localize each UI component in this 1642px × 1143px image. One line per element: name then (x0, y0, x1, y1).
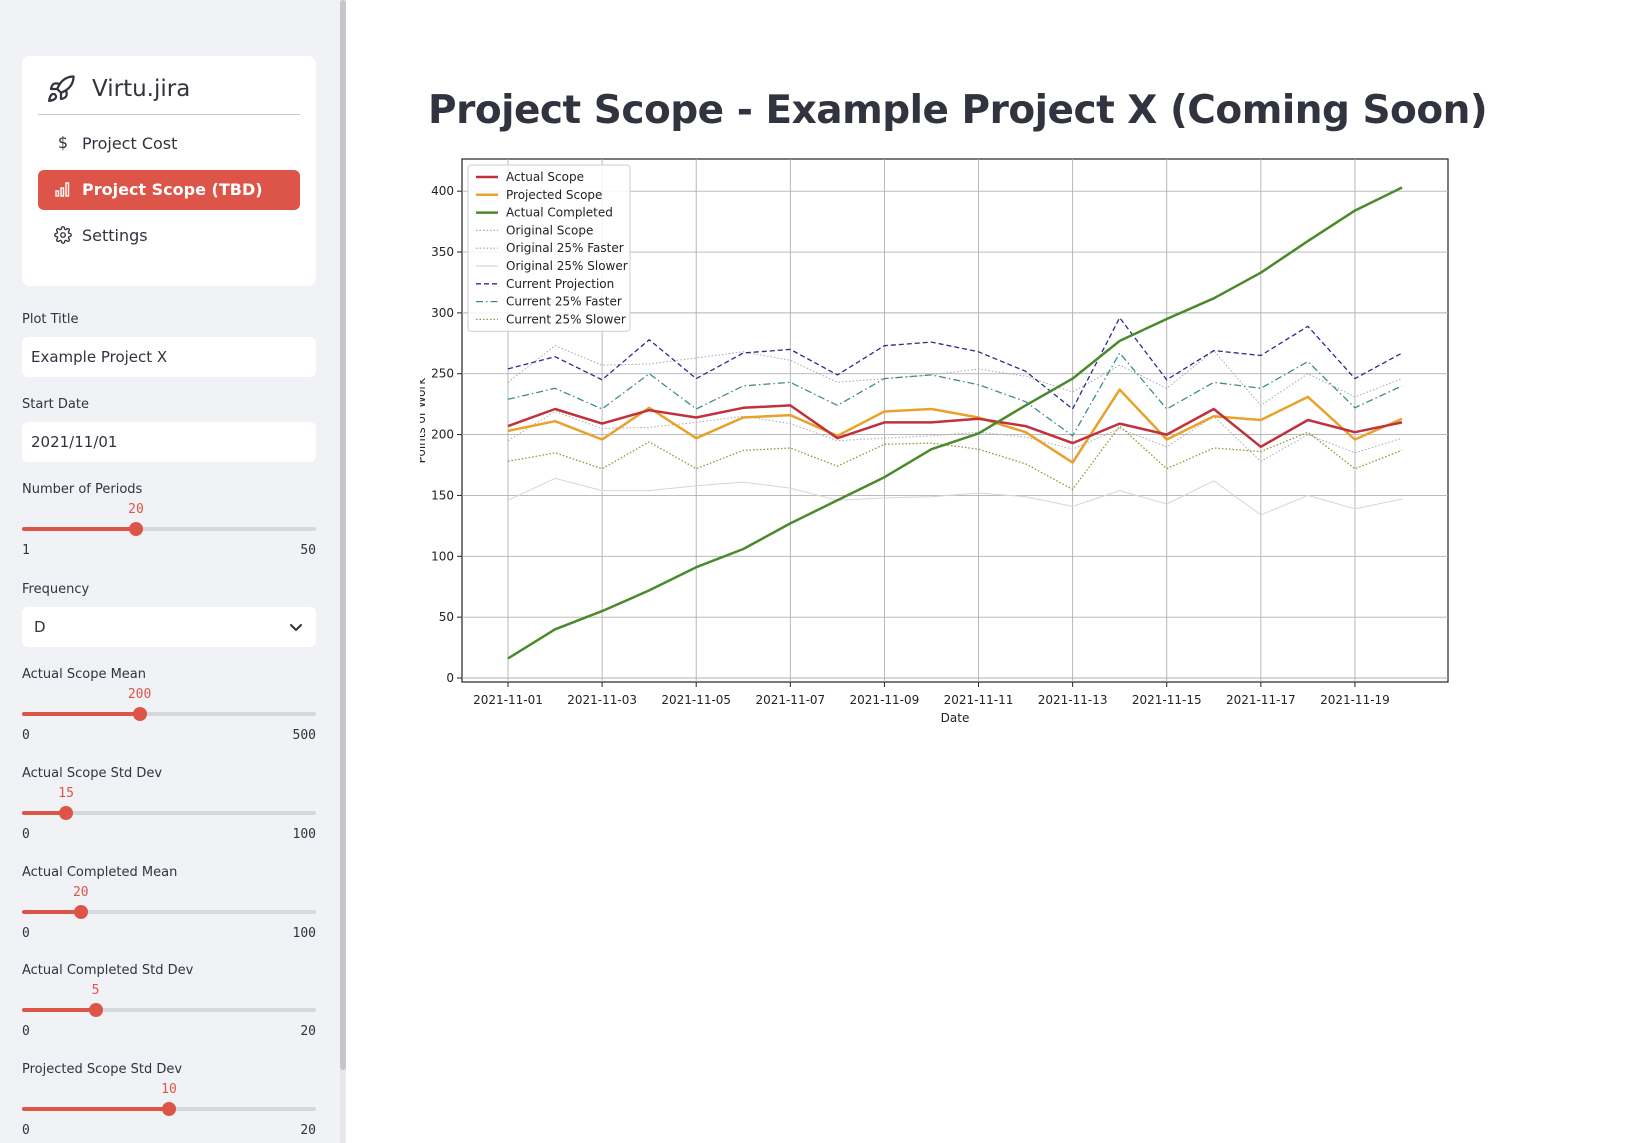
nav-item-project-cost[interactable]: $ Project Cost (38, 124, 300, 164)
slider-fill (22, 1107, 169, 1111)
periods-slider[interactable]: 20 1 50 (22, 500, 316, 560)
menu-header: Virtu.jira (38, 70, 300, 115)
slider-thumb[interactable] (129, 522, 143, 536)
frequency-value: D (34, 618, 46, 636)
slider-fill (22, 527, 136, 531)
x-tick-label: 2021-11-13 (1038, 693, 1108, 707)
nav-item-label: Settings (82, 226, 148, 245)
x-tick-label: 2021-11-11 (944, 693, 1014, 707)
legend-label: Actual Completed (506, 206, 613, 220)
slider-max: 100 (292, 827, 316, 842)
legend-label: Original Scope (506, 223, 593, 237)
frequency-label: Frequency (22, 582, 90, 597)
plot-title-label: Plot Title (22, 312, 79, 327)
sidebar: Virtu.jira $ Project Cost Project Scope … (0, 0, 340, 1143)
completed-mean-label: Actual Completed Mean (22, 865, 178, 880)
nav-item-label: Project Scope (TBD) (82, 180, 263, 199)
y-tick-label: 200 (431, 428, 454, 442)
y-tick-label: 400 (431, 184, 454, 198)
slider-min: 0 (22, 728, 30, 743)
y-tick-label: 150 (431, 488, 454, 502)
legend-label: Projected Scope (506, 188, 602, 202)
x-tick-label: 2021-11-09 (850, 693, 920, 707)
x-axis-label: Date (941, 711, 970, 725)
x-tick-label: 2021-11-15 (1132, 693, 1202, 707)
slider-thumb[interactable] (162, 1102, 176, 1116)
completed-std-label: Actual Completed Std Dev (22, 963, 194, 978)
nav-item-settings[interactable]: Settings (38, 216, 300, 256)
slider-thumb[interactable] (59, 806, 74, 820)
plot-title-input[interactable] (22, 337, 316, 377)
chevron-down-icon (290, 624, 302, 631)
nav-item-label: Project Cost (82, 134, 178, 153)
x-tick-label: 2021-11-19 (1320, 693, 1390, 707)
page-title: Project Scope - Example Project X (Comin… (428, 88, 1488, 133)
slider-min: 0 (22, 1123, 30, 1138)
slider-fill (22, 1008, 96, 1012)
slider-min: 1 (22, 543, 30, 558)
legend-label: Actual Scope (506, 170, 584, 184)
slider-value: 5 (91, 983, 100, 998)
completed-mean-slider[interactable]: 20 0 100 (22, 883, 316, 943)
y-tick-label: 50 (439, 610, 454, 624)
legend-label: Original 25% Faster (506, 241, 624, 255)
slider-min: 0 (22, 926, 30, 941)
sidebar-scrollbar-thumb[interactable] (340, 0, 346, 1070)
slider-value: 200 (127, 687, 152, 702)
y-tick-label: 0 (446, 671, 454, 685)
gear-icon (54, 226, 72, 244)
slider-thumb[interactable] (132, 707, 147, 721)
slider-value: 20 (72, 885, 89, 900)
completed-std-slider[interactable]: 5 0 20 (22, 981, 316, 1041)
slider-fill (22, 712, 140, 716)
chart-legend: Actual Scope Projected Scope Actual Comple… (467, 164, 631, 332)
scope-std-label: Actual Scope Std Dev (22, 766, 163, 781)
slider-max: 20 (300, 1024, 316, 1039)
y-tick-label: 350 (431, 245, 454, 259)
legend-label: Original 25% Slower (506, 259, 628, 273)
sidebar-scrollbar[interactable] (340, 0, 346, 1143)
slider-min: 0 (22, 827, 30, 842)
scope-mean-slider[interactable]: 200 0 500 (22, 685, 316, 745)
slider-max: 500 (292, 728, 316, 743)
x-tick-label: 2021-11-05 (661, 693, 731, 707)
dollar-icon: $ (57, 133, 69, 152)
y-axis-label: Points of Work (420, 378, 428, 464)
y-tick-label: 100 (431, 549, 454, 563)
slider-max: 100 (292, 926, 316, 941)
x-tick-label: 2021-11-07 (755, 693, 825, 707)
legend-label: Current Projection (506, 277, 614, 291)
slider-value: 15 (58, 786, 74, 801)
rocket-icon (48, 75, 75, 102)
periods-label: Number of Periods (22, 482, 143, 497)
bar-chart-icon (55, 182, 70, 197)
slider-thumb[interactable] (88, 1003, 103, 1017)
legend-label: Current 25% Slower (506, 312, 626, 326)
scope-std-slider[interactable]: 15 0 100 (22, 784, 316, 844)
x-tick-label: 2021-11-01 (473, 693, 543, 707)
slider-min: 0 (22, 1024, 30, 1039)
nav-menu: Virtu.jira $ Project Cost Project Scope … (22, 56, 316, 286)
frequency-select[interactable]: D (22, 607, 316, 647)
y-tick-label: 250 (431, 367, 454, 381)
slider-thumb[interactable] (73, 905, 88, 919)
start-date-label: Start Date (22, 397, 89, 412)
projected-std-label: Projected Scope Std Dev (22, 1062, 183, 1077)
legend-label: Current 25% Faster (506, 295, 622, 309)
y-tick-label: 300 (431, 306, 454, 320)
slider-max: 20 (300, 1123, 316, 1138)
nav-item-project-scope[interactable]: Project Scope (TBD) (38, 170, 300, 210)
slider-fill (22, 910, 81, 914)
x-tick-label: 2021-11-17 (1226, 693, 1296, 707)
slider-value: 10 (161, 1082, 177, 1097)
start-date-input[interactable] (22, 422, 316, 462)
chart-svg: 0 50 100 150 200 250 300 350 400 2021-11-01 2021-1… (414, 158, 1449, 725)
slider-value: 20 (128, 502, 144, 517)
x-tick-label: 2021-11-03 (567, 693, 637, 707)
scope-mean-label: Actual Scope Mean (22, 667, 147, 682)
scope-chart: 0 50 100 150 200 250 300 350 400 2021-11-01 2021-1… (414, 155, 1540, 770)
app-name: Virtu.jira (92, 76, 191, 102)
projected-std-slider[interactable]: 10 0 20 (22, 1080, 316, 1140)
slider-max: 50 (300, 543, 316, 558)
